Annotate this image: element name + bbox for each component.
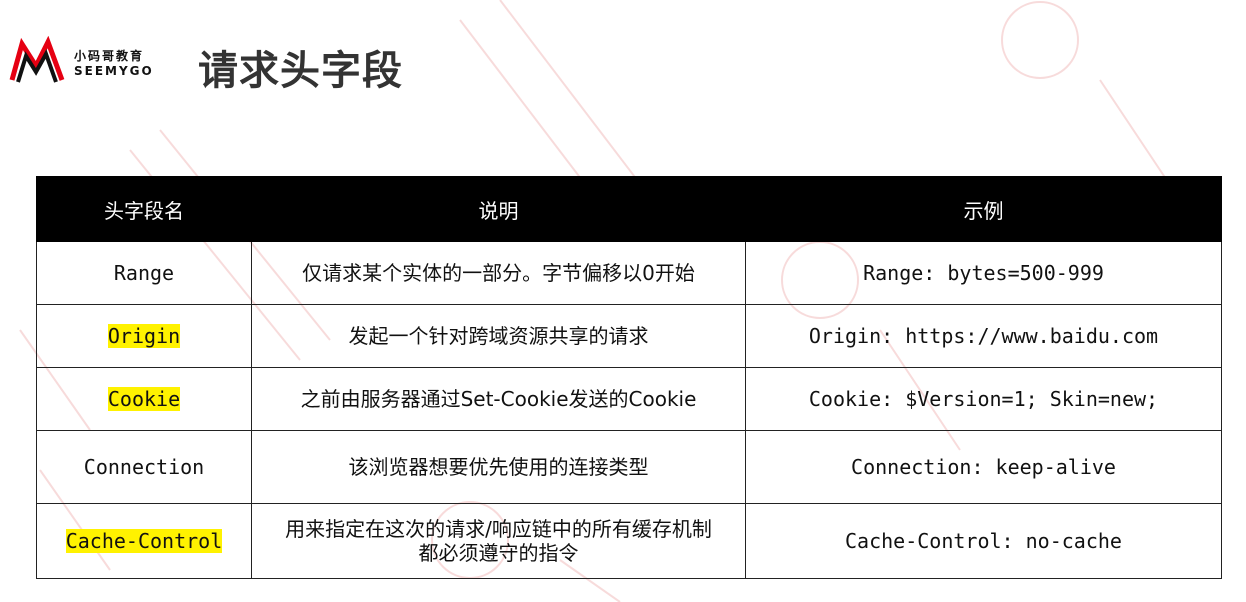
page-title: 请求头字段 [198,48,403,94]
header-name-cell: Origin [36,304,252,368]
table-row: Cache-Control 用来指定在这次的请求/响应链中的所有缓存机制 都必须… [36,503,1222,579]
description-cell: 发起一个针对跨域资源共享的请求 [251,304,746,368]
description-cell: 之前由服务器通过Set-Cookie发送的Cookie [251,367,746,431]
description-line: 用来指定在这次的请求/响应链中的所有缓存机制 [285,517,712,541]
header-name-highlighted: Origin [107,324,181,348]
description-cell: 仅请求某个实体的一部分。字节偏移以0开始 [251,241,746,305]
example-cell: Range: bytes=500-999 [745,241,1222,305]
example-cell: Connection: keep-alive [745,430,1222,504]
table-row: Cookie 之前由服务器通过Set-Cookie发送的Cookie Cooki… [36,367,1222,431]
example-cell: Cookie: $Version=1; Skin=new; [745,367,1222,431]
table-header-row: 头字段名 说明 示例 [36,176,1222,242]
header-name: Range [113,261,175,285]
column-header-description: 说明 [251,176,746,242]
header-name-cell: Cookie [36,367,252,431]
seemygo-logo-icon [9,36,65,83]
brand-logo: 小码哥教育 SEEMYGO [8,34,180,90]
example-cell: Cache-Control: no-cache [745,503,1222,579]
column-header-name: 头字段名 [36,176,252,242]
table-row: Connection 该浏览器想要优先使用的连接类型 Connection: k… [36,430,1222,504]
header-name-cell: Cache-Control [36,503,252,579]
column-header-example: 示例 [745,176,1222,242]
header-name-cell: Range [36,241,252,305]
header-name: Connection [83,455,205,479]
description-cell: 用来指定在这次的请求/响应链中的所有缓存机制 都必须遵守的指令 [251,503,746,579]
description-line: 都必须遵守的指令 [418,541,579,565]
header-name-cell: Connection [36,430,252,504]
table-row: Origin 发起一个针对跨域资源共享的请求 Origin: https://w… [36,304,1222,368]
header-name-highlighted: Cache-Control [65,529,223,553]
description-cell: 该浏览器想要优先使用的连接类型 [251,430,746,504]
example-cell: Origin: https://www.baidu.com [745,304,1222,368]
table-row: Range 仅请求某个实体的一部分。字节偏移以0开始 Range: bytes=… [36,241,1222,305]
brand-name-en: SEEMYGO [74,64,154,78]
header-name-highlighted: Cookie [107,387,181,411]
brand-name-cn: 小码哥教育 [74,49,145,63]
request-headers-table: 头字段名 说明 示例 Range 仅请求某个实体的一部分。字节偏移以0开始 Ra… [36,176,1222,579]
